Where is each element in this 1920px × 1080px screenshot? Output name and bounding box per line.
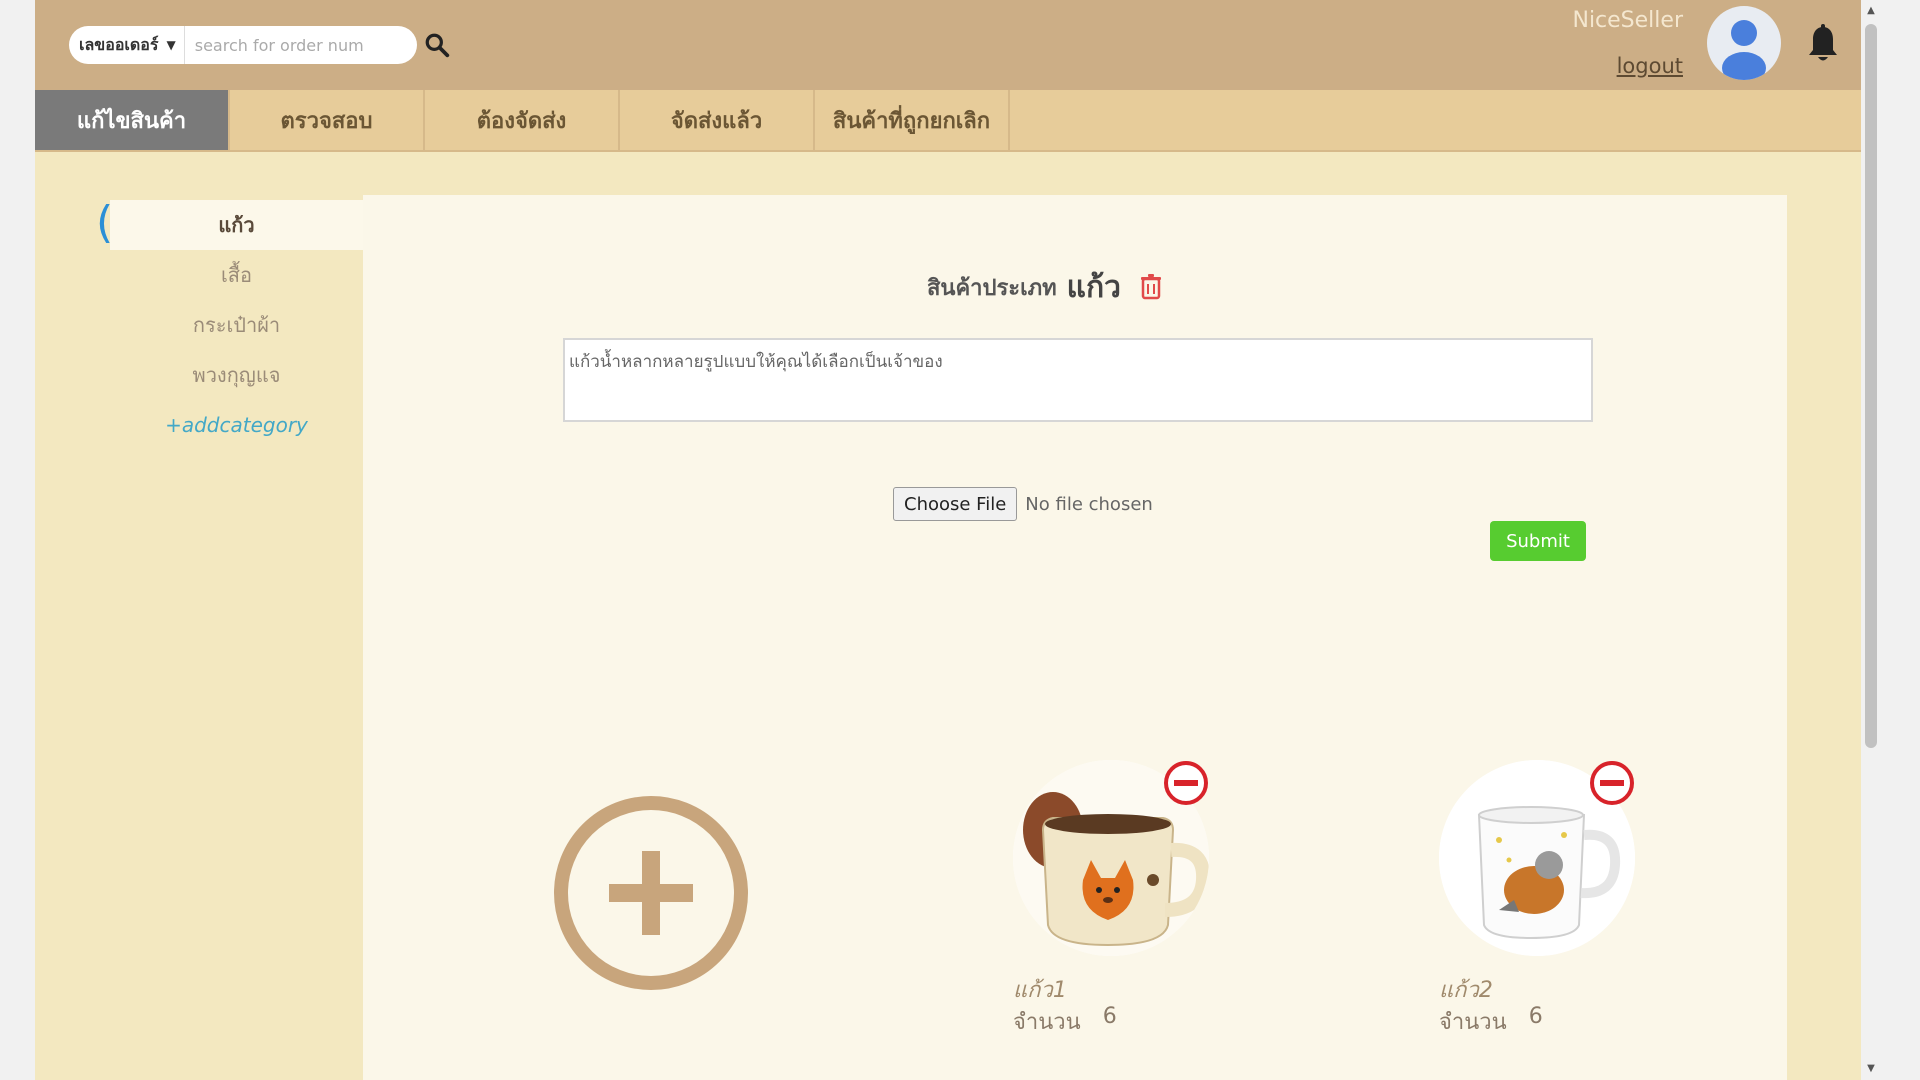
add-category-link[interactable]: +addcategory — [110, 400, 363, 450]
top-bar: เลขออเดอร์ ▼ NiceSeller logout — [35, 0, 1861, 90]
minus-circle-icon[interactable] — [1589, 760, 1635, 806]
product-quantity: จำนวน 6 — [1013, 1004, 1117, 1039]
bell-icon[interactable] — [1806, 24, 1840, 64]
tab-edit-products[interactable]: แก้ไขสินค้า — [35, 90, 230, 150]
category-item-shirt[interactable]: เสื้อ — [110, 250, 363, 300]
category-list: ( แก้ว เสื้อ กระเป๋าผ้า พวงกุญแจ +addcat… — [96, 198, 363, 450]
plus-circle-icon[interactable] — [553, 795, 749, 991]
category-editor-panel: สินค้าประเภท แก้ว แก้วน้ำหลากหลายรูปแบบใ… — [363, 195, 1787, 1080]
search-icon[interactable] — [424, 32, 450, 58]
user-avatar-icon[interactable] — [1707, 6, 1781, 80]
product-quantity: จำนวน 6 — [1439, 1004, 1543, 1039]
quantity-label: จำนวน — [1439, 1010, 1507, 1035]
tab-bar: แก้ไขสินค้า ตรวจสอบ ต้องจัดส่ง จัดส่งแล้… — [35, 90, 1861, 152]
quantity-label: จำนวน — [1013, 1010, 1081, 1035]
order-search: เลขออเดอร์ ▼ — [69, 26, 417, 64]
search-input[interactable] — [184, 26, 417, 64]
minus-circle-icon[interactable] — [1163, 760, 1209, 806]
tab-cancelled[interactable]: สินค้าที่ถูกยกเลิก — [815, 90, 1010, 150]
active-indicator: ( — [96, 197, 114, 248]
seller-name: NiceSeller — [1572, 8, 1683, 33]
chevron-down-icon: ▼ — [166, 38, 176, 52]
file-status: No file chosen — [1025, 493, 1153, 515]
submit-button[interactable]: Submit — [1490, 521, 1586, 561]
category-item-glass[interactable]: ( แก้ว — [96, 198, 363, 250]
tab-to-ship[interactable]: ต้องจัดส่ง — [425, 90, 620, 150]
category-name: แก้ว — [1066, 269, 1122, 305]
category-label: เสื้อ — [220, 263, 253, 287]
scrollbar-thumb[interactable] — [1865, 24, 1877, 748]
tab-review[interactable]: ตรวจสอบ — [230, 90, 425, 150]
scroll-up-arrow-icon[interactable]: ▲ — [1864, 4, 1878, 18]
category-label: พวงกุญแจ — [192, 363, 281, 387]
logout-link[interactable]: logout — [1585, 54, 1683, 78]
search-filter-select[interactable]: เลขออเดอร์ ▼ — [69, 26, 185, 64]
product-card[interactable]: แก้ว2 จำนวน 6 — [1439, 760, 1649, 1060]
category-item-keychain[interactable]: พวงกุญแจ — [110, 350, 363, 400]
title-prefix: สินค้าประเภท — [926, 275, 1057, 301]
category-item-tote-bag[interactable]: กระเป๋าผ้า — [110, 300, 363, 350]
tab-shipped[interactable]: จัดส่งแล้ว — [620, 90, 815, 150]
category-description-field[interactable]: แก้วน้ำหลากหลายรูปแบบให้คุณได้เลือกเป็นเ… — [563, 338, 1593, 422]
search-filter-label: เลขออเดอร์ — [79, 34, 159, 54]
file-upload: Choose File No file chosen — [893, 486, 1153, 522]
quantity-value: 6 — [1528, 1004, 1543, 1029]
app-window: เลขออเดอร์ ▼ NiceSeller logout แก้ไขสินค… — [35, 0, 1861, 1080]
category-label: แก้ว — [218, 213, 255, 237]
product-card[interactable]: แก้ว1 จำนวน 6 — [1013, 760, 1223, 1060]
scroll-down-arrow-icon[interactable]: ▼ — [1864, 1062, 1878, 1076]
vertical-scrollbar[interactable]: ▲ ▼ — [1861, 0, 1881, 1080]
trash-icon[interactable] — [1139, 274, 1163, 300]
product-name: แก้ว1 — [1013, 978, 1067, 1003]
category-sidebar: ( แก้ว เสื้อ กระเป๋าผ้า พวงกุญแจ +addcat… — [35, 152, 363, 1080]
quantity-value: 6 — [1102, 1004, 1117, 1029]
category-label: กระเป๋าผ้า — [192, 313, 281, 337]
category-title: สินค้าประเภท แก้ว — [363, 265, 1787, 309]
choose-file-button[interactable]: Choose File — [893, 487, 1018, 521]
product-name: แก้ว2 — [1439, 978, 1493, 1003]
